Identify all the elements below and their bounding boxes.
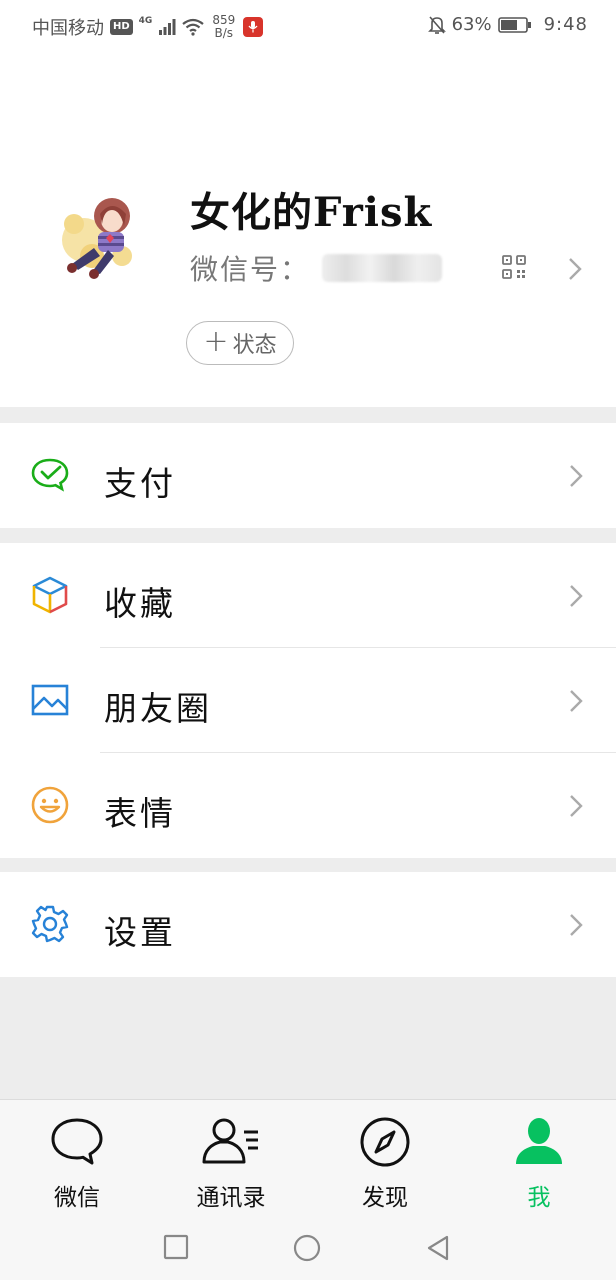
qr-code-icon[interactable] [502, 255, 526, 279]
sticker-smiley-icon [31, 786, 69, 824]
me-person-icon [516, 1118, 562, 1164]
chevron-right-icon [570, 465, 583, 487]
tab-label-discover: 发现 [362, 1185, 408, 1211]
system-nav-bar [0, 1214, 616, 1280]
speed-unit: B/s [214, 26, 234, 40]
menu-item-stickers[interactable]: 表情 [0, 753, 616, 858]
menu-group-settings: 设置 [0, 872, 616, 977]
wifi-icon [182, 18, 205, 36]
wechat-pay-icon [31, 458, 69, 492]
tab-discover[interactable]: 发现 [308, 1100, 462, 1215]
chevron-right-icon [570, 914, 583, 936]
status-right: 63% 9:48 [427, 14, 588, 35]
avatar-illustration [52, 180, 156, 284]
menu-item-favorites[interactable]: 收藏 [0, 543, 616, 648]
settings-gear-icon [31, 905, 69, 943]
network-speed: 859 B/s [212, 14, 235, 40]
tab-label-me: 我 [527, 1185, 551, 1211]
carrier-name: 中国移动 [32, 18, 104, 39]
mic-record-icon [243, 17, 264, 37]
battery-percent: 63% [451, 14, 492, 35]
clock: 9:48 [543, 14, 588, 35]
menu-item-moments[interactable]: 朋友圈 [0, 648, 616, 753]
menu-label-pay: 支付 [104, 464, 176, 503]
plus-icon: + [203, 323, 229, 359]
profile-header[interactable]: 女化的Frisk 微信号： + 状态 [0, 56, 616, 407]
chevron-right-icon [570, 585, 583, 607]
bell-off-icon [427, 15, 446, 34]
chevron-right-icon [570, 795, 583, 817]
chevron-right-icon[interactable] [566, 256, 584, 282]
wechat-id-row: 微信号： [190, 248, 443, 288]
menu-group-content: 收藏 朋友圈 表情 [0, 543, 616, 858]
menu-item-settings[interactable]: 设置 [0, 872, 616, 977]
battery-icon [497, 16, 531, 33]
moments-picture-icon [31, 684, 69, 716]
menu-label-stickers: 表情 [104, 794, 176, 833]
tab-me[interactable]: 我 [462, 1100, 616, 1215]
chat-bubble-icon [51, 1118, 103, 1165]
menu-label-settings: 设置 [104, 913, 176, 952]
contacts-icon [202, 1118, 258, 1164]
home-circle-icon[interactable] [293, 1234, 321, 1262]
bottom-tab-bar: 微信 通讯录 发现 我 [0, 1099, 616, 1214]
network-type: 4G [138, 16, 153, 26]
menu-label-moments: 朋友圈 [104, 689, 212, 728]
status-button-label: 状态 [232, 333, 277, 358]
menu-label-favorites: 收藏 [104, 584, 176, 623]
recents-square-icon[interactable] [163, 1234, 189, 1260]
nickname: 女化的Frisk [190, 189, 433, 236]
favorites-cube-icon [32, 576, 68, 614]
avatar[interactable] [52, 180, 156, 284]
signal-icon [159, 19, 176, 35]
tab-contacts[interactable]: 通讯录 [154, 1100, 308, 1215]
chevron-right-icon [570, 690, 583, 712]
compass-icon [360, 1117, 410, 1167]
menu-item-pay[interactable]: 支付 [0, 423, 616, 528]
tab-label-chats: 微信 [54, 1185, 100, 1211]
status-left: 中国移动 HD 4G 859 B/s [32, 14, 264, 40]
wechat-id-label: 微信号： [190, 253, 311, 286]
wechat-id-value-blurred [322, 254, 443, 282]
add-status-button[interactable]: + 状态 [186, 321, 294, 365]
hd-badge: HD [110, 19, 133, 35]
tab-chats[interactable]: 微信 [0, 1100, 154, 1215]
tab-label-contacts: 通讯录 [196, 1185, 266, 1211]
back-triangle-icon[interactable] [425, 1234, 451, 1262]
status-bar: 中国移动 HD 4G 859 B/s 63% 9:48 [0, 0, 616, 56]
menu-group-pay: 支付 [0, 423, 616, 528]
